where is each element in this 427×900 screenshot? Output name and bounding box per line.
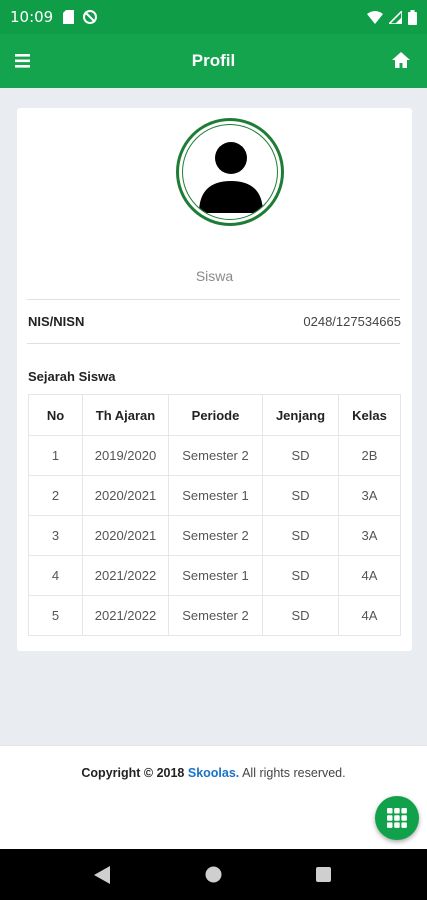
table-row: 1 2019/2020 Semester 2 SD 2B bbox=[28, 435, 401, 476]
user-avatar-icon bbox=[199, 142, 263, 213]
cell-class: 2B bbox=[338, 435, 401, 476]
history-table: No Th Ajaran Periode Jenjang Kelas 1 201… bbox=[28, 394, 401, 636]
cell-class: 4A bbox=[338, 555, 401, 596]
table-row: 3 2020/2021 Semester 2 SD 3A bbox=[28, 515, 401, 556]
cell-level: SD bbox=[262, 435, 339, 476]
column-header: No bbox=[28, 394, 83, 436]
sd-card-icon bbox=[63, 10, 75, 24]
cell-no: 4 bbox=[28, 555, 83, 596]
cell-level: SD bbox=[262, 515, 339, 556]
nis-label: NIS/NISN bbox=[28, 314, 85, 329]
cell-no: 2 bbox=[28, 475, 83, 516]
user-role: Siswa bbox=[195, 268, 234, 284]
copyright-suffix: All rights reserved. bbox=[242, 766, 346, 780]
divider bbox=[27, 299, 400, 300]
footer: Copyright © 2018 Skoolas. All rights res… bbox=[0, 745, 427, 849]
sync-disabled-icon bbox=[83, 10, 98, 24]
app-bar: Profil bbox=[0, 34, 427, 88]
table-row: 5 2021/2022 Semester 2 SD 4A bbox=[28, 595, 401, 636]
column-header: Kelas bbox=[338, 394, 401, 436]
nis-value: 0248/127534665 bbox=[303, 314, 401, 329]
history-title: Sejarah Siswa bbox=[28, 369, 116, 384]
avatar bbox=[176, 118, 284, 226]
table-header-row: No Th Ajaran Periode Jenjang Kelas bbox=[28, 394, 401, 436]
cell-year: 2021/2022 bbox=[82, 595, 169, 636]
cell-period: Semester 1 bbox=[168, 475, 263, 516]
battery-icon bbox=[408, 9, 417, 25]
cell-no: 3 bbox=[28, 515, 83, 556]
cell-year: 2020/2021 bbox=[82, 515, 169, 556]
brand-link[interactable]: Skoolas. bbox=[188, 766, 239, 780]
cell-period: Semester 2 bbox=[168, 435, 263, 476]
copyright-text: Copyright © 2018 Skoolas. All rights res… bbox=[0, 766, 427, 780]
cell-year: 2019/2020 bbox=[82, 435, 169, 476]
copyright-prefix: Copyright © 2018 bbox=[81, 766, 185, 780]
cell-class: 3A bbox=[338, 515, 401, 556]
grid-apps-icon bbox=[387, 808, 407, 828]
back-icon[interactable] bbox=[94, 866, 110, 884]
cell-class: 3A bbox=[338, 475, 401, 516]
wifi-icon bbox=[367, 10, 383, 24]
cell-no: 1 bbox=[28, 435, 83, 476]
status-bar: 10:09 bbox=[0, 0, 427, 34]
profile-card: Siswa NIS/NISN 0248/127534665 Sejarah Si… bbox=[17, 108, 412, 651]
status-time: 10:09 bbox=[10, 8, 54, 26]
cell-period: Semester 2 bbox=[168, 515, 263, 556]
cell-year: 2020/2021 bbox=[82, 475, 169, 516]
system-nav-bar bbox=[0, 849, 427, 900]
table-row: 4 2021/2022 Semester 1 SD 4A bbox=[28, 555, 401, 596]
home-icon[interactable] bbox=[391, 50, 411, 70]
table-row: 2 2020/2021 Semester 1 SD 3A bbox=[28, 475, 401, 516]
cell-year: 2021/2022 bbox=[82, 555, 169, 596]
menu-icon[interactable] bbox=[14, 52, 34, 70]
column-header: Periode bbox=[168, 394, 263, 436]
cell-level: SD bbox=[262, 555, 339, 596]
cell-level: SD bbox=[262, 595, 339, 636]
cell-level: SD bbox=[262, 475, 339, 516]
cell-class: 4A bbox=[338, 595, 401, 636]
column-header: Th Ajaran bbox=[82, 394, 169, 436]
cell-period: Semester 2 bbox=[168, 595, 263, 636]
cell-signal-icon bbox=[389, 10, 402, 24]
page-title: Profil bbox=[191, 51, 236, 70]
divider bbox=[27, 343, 400, 344]
cell-period: Semester 1 bbox=[168, 555, 263, 596]
apps-fab-button[interactable] bbox=[375, 796, 419, 840]
column-header: Jenjang bbox=[262, 394, 339, 436]
cell-no: 5 bbox=[28, 595, 83, 636]
recents-icon[interactable] bbox=[316, 867, 331, 882]
home-circle-icon[interactable] bbox=[205, 866, 222, 883]
